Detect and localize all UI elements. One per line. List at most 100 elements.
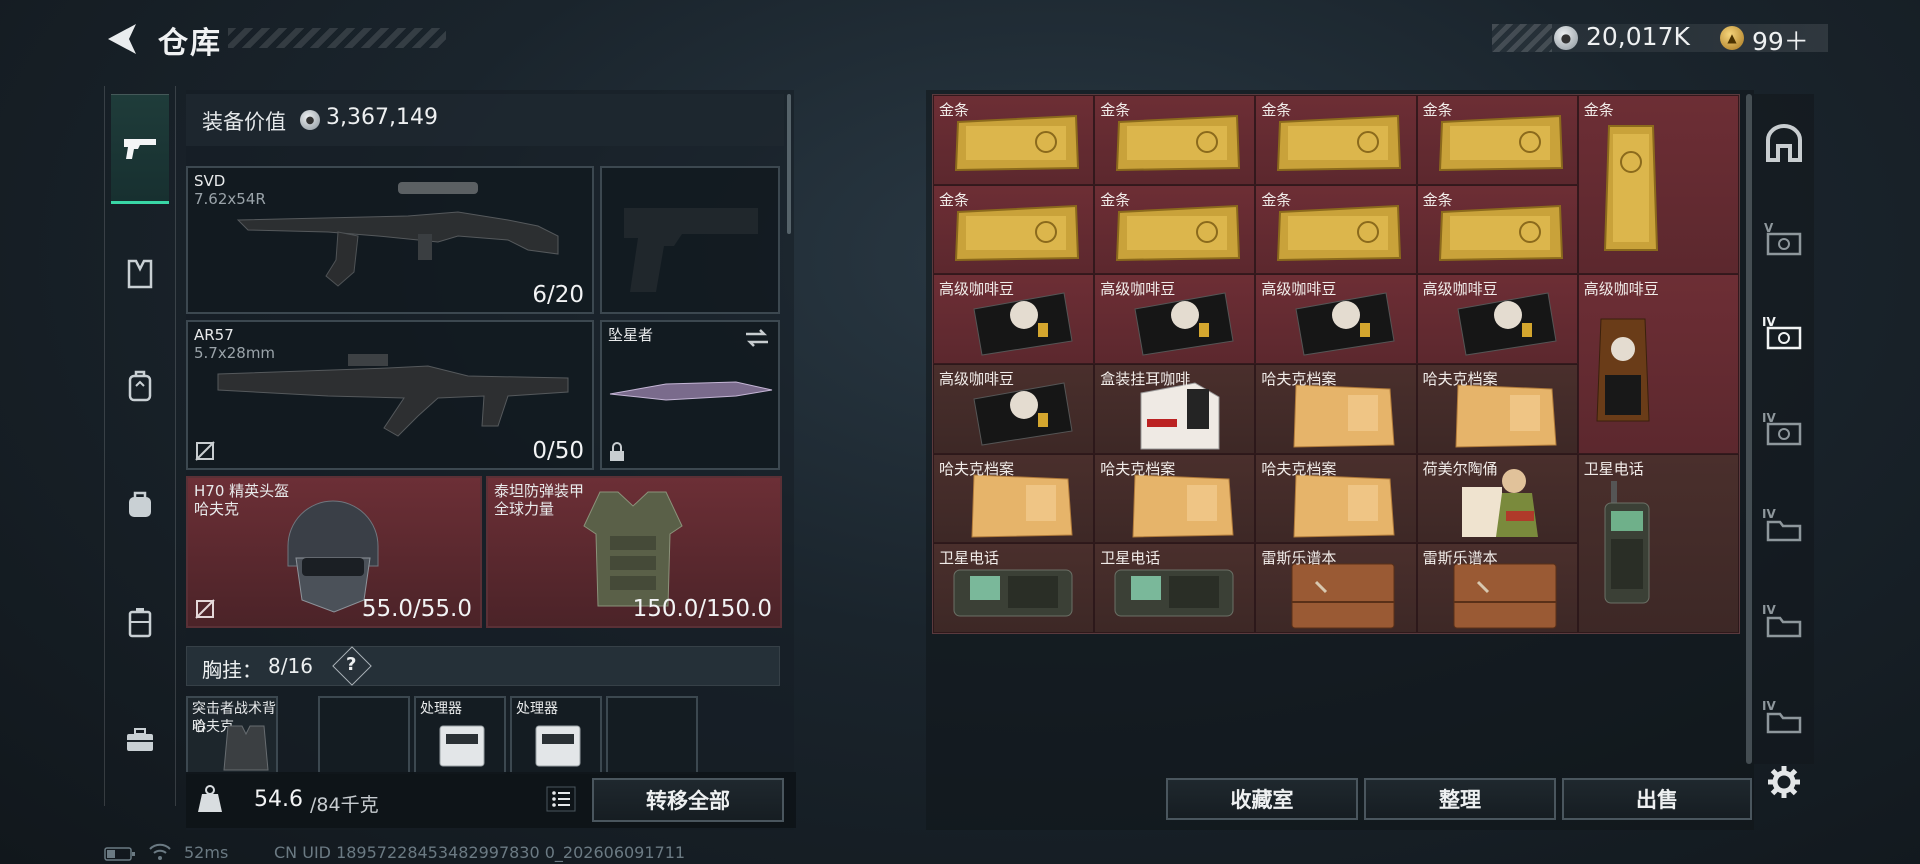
tab-storage-v[interactable]: V <box>1758 212 1810 264</box>
inventory-item[interactable]: 荷美尔陶俑 <box>1416 453 1578 544</box>
inventory-item[interactable]: 哈夫克档案 <box>1416 363 1578 454</box>
item-name: 金条 <box>1261 190 1292 209</box>
inventory-item[interactable]: 哈夫克档案 <box>933 453 1095 544</box>
nav-case[interactable] <box>112 594 168 650</box>
inventory-item[interactable]: 哈夫克档案 <box>1094 453 1256 544</box>
inventory-item[interactable]: 金条 <box>1094 95 1256 185</box>
chest-rig-slot[interactable]: 处理器 <box>414 696 506 774</box>
item-name: 金条 <box>1261 101 1292 119</box>
item-name: 高级咖啡豆 <box>939 369 1015 388</box>
inventory-item[interactable]: 金条 <box>1255 95 1417 185</box>
chest-rig-slot[interactable] <box>606 696 698 774</box>
loadout-scrollbar[interactable] <box>787 94 791 234</box>
box-item-image <box>1140 382 1220 450</box>
nav-backpack[interactable] <box>112 358 168 414</box>
gold-item-image <box>1277 114 1402 172</box>
list-icon[interactable] <box>546 786 576 812</box>
pistol-slot-empty[interactable] <box>600 166 780 314</box>
inventory-item[interactable]: 高级咖啡豆 <box>933 274 1095 364</box>
primary-weapon-slot[interactable]: SVD 7.62x54R 6/20 <box>186 166 594 314</box>
inventory-item[interactable]: 高级咖啡豆 <box>1416 274 1578 364</box>
chest-rig-slot[interactable] <box>318 696 410 774</box>
tab-storage-iv-active[interactable]: IV <box>1758 306 1810 358</box>
helmet-brand: 哈夫克 <box>194 500 240 518</box>
processor-image <box>535 725 581 767</box>
nav-bag[interactable] <box>112 476 168 532</box>
home-icon <box>1766 124 1802 162</box>
current-weight: 54.6 <box>254 787 303 812</box>
gold-item-image <box>1116 114 1241 172</box>
storage-tier-v-icon: V <box>1764 221 1802 256</box>
phone-item-image <box>1604 480 1650 604</box>
tab-storage-iv[interactable]: IV <box>1758 498 1810 550</box>
inventory-item[interactable]: 金条 <box>1416 95 1578 185</box>
inventory-item[interactable]: 高级咖啡豆 <box>1094 274 1256 364</box>
item-name: 卫星电话 <box>939 549 1000 568</box>
tab-home[interactable] <box>1758 118 1810 170</box>
lock-icon <box>610 442 624 461</box>
item-name: 雷斯乐谱本 <box>1422 549 1498 568</box>
tab-storage-iv[interactable]: IV <box>1758 594 1810 646</box>
chest-rig-slot[interactable]: 处理器 <box>510 696 602 774</box>
inventory-item[interactable]: 雷斯乐谱本 <box>1255 543 1417 633</box>
inventory-item[interactable]: 卫星电话 <box>1094 543 1256 633</box>
item-name: 高级咖啡豆 <box>939 280 1015 299</box>
melee-slot[interactable]: 坠星者 <box>600 320 780 470</box>
title-decoration <box>228 28 446 48</box>
inventory-item[interactable]: 雷斯乐谱本 <box>1416 543 1578 633</box>
currency-decoration <box>1492 24 1552 52</box>
item-name: 荷美尔陶俑 <box>1422 459 1498 478</box>
silver-currency-amount: 20,017K <box>1586 22 1690 51</box>
inventory-grid: 金条 金条 金条 金条 金条 金条 金条 金条 金条 高级咖啡豆 高级咖啡豆 高级咖啡豆 高级咖啡豆 高级… <box>932 94 1740 634</box>
helmet-slot[interactable]: H70 精英头盔 哈夫克 55.0/55.0 <box>186 476 482 628</box>
inventory-item[interactable]: 卫星电话 <box>933 543 1095 633</box>
silver-coin-icon: ● <box>1554 26 1578 50</box>
item-name: 高级咖啡豆 <box>1100 280 1176 299</box>
inventory-item[interactable]: 金条 <box>1577 95 1739 275</box>
inventory-item[interactable]: 高级咖啡豆 <box>1577 274 1739 454</box>
primary-ammo: 6/20 <box>532 282 584 308</box>
armor-durability: 150.0/150.0 <box>632 596 772 622</box>
tab-storage-iv[interactable]: IV <box>1758 402 1810 454</box>
svg-text:IV: IV <box>1762 699 1776 713</box>
gold-item-image <box>954 114 1080 172</box>
settings-button[interactable] <box>1758 756 1810 808</box>
chest-rig-slot[interactable]: 突击者战术背心 哈夫克 <box>186 696 278 774</box>
secondary-weapon-slot[interactable]: AR57 5.7x28mm 0/50 <box>186 320 594 470</box>
ping-readout: 52ms <box>184 843 229 862</box>
sort-button[interactable]: 整理 <box>1364 778 1556 820</box>
gold-coin-icon: ▲ <box>1720 26 1744 50</box>
back-arrow-icon[interactable] <box>102 22 140 56</box>
gold-currency-amount[interactable]: 99＋ <box>1752 22 1809 58</box>
nav-armor[interactable] <box>112 246 168 302</box>
inventory-item[interactable]: 金条 <box>1255 184 1417 275</box>
nav-weapons[interactable] <box>111 94 169 204</box>
svd-rifle-image <box>236 182 559 287</box>
coffee-item-image <box>1457 292 1557 356</box>
book-item-image <box>1453 563 1557 629</box>
inventory-item[interactable]: 金条 <box>1416 184 1578 275</box>
nav-toolbox[interactable] <box>112 712 168 768</box>
inventory-scrollbar[interactable] <box>1746 94 1752 764</box>
inventory-item[interactable]: 金条 <box>1094 184 1256 275</box>
inventory-item[interactable]: 哈夫克档案 <box>1255 363 1417 454</box>
inventory-item[interactable]: 金条 <box>933 95 1095 185</box>
inventory-item[interactable]: 高级咖啡豆 <box>933 363 1095 454</box>
coffee-item-image <box>973 382 1073 446</box>
armor-slot[interactable]: 泰坦防弹装甲 全球力量 150.0/150.0 <box>486 476 782 628</box>
sell-button[interactable]: 出售 <box>1562 778 1752 820</box>
inventory-item[interactable]: 金条 <box>933 184 1095 275</box>
weight-icon <box>198 785 222 812</box>
collection-room-button[interactable]: 收藏室 <box>1166 778 1358 820</box>
book-item-image <box>1291 563 1395 629</box>
inventory-item[interactable]: 哈夫克档案 <box>1255 453 1417 544</box>
page-title: 仓库 <box>158 26 222 61</box>
inventory-item[interactable]: 卫星电话 <box>1577 453 1739 633</box>
transfer-all-button[interactable]: 转移全部 <box>592 778 784 822</box>
inventory-item[interactable]: 盒装挂耳咖啡 <box>1094 363 1256 454</box>
svg-text:IV: IV <box>1762 603 1776 617</box>
swap-icon[interactable] <box>744 328 770 348</box>
tab-storage-iv[interactable]: IV <box>1758 690 1810 742</box>
inventory-item[interactable]: 高级咖啡豆 <box>1255 274 1417 364</box>
vest-icon <box>127 259 153 289</box>
